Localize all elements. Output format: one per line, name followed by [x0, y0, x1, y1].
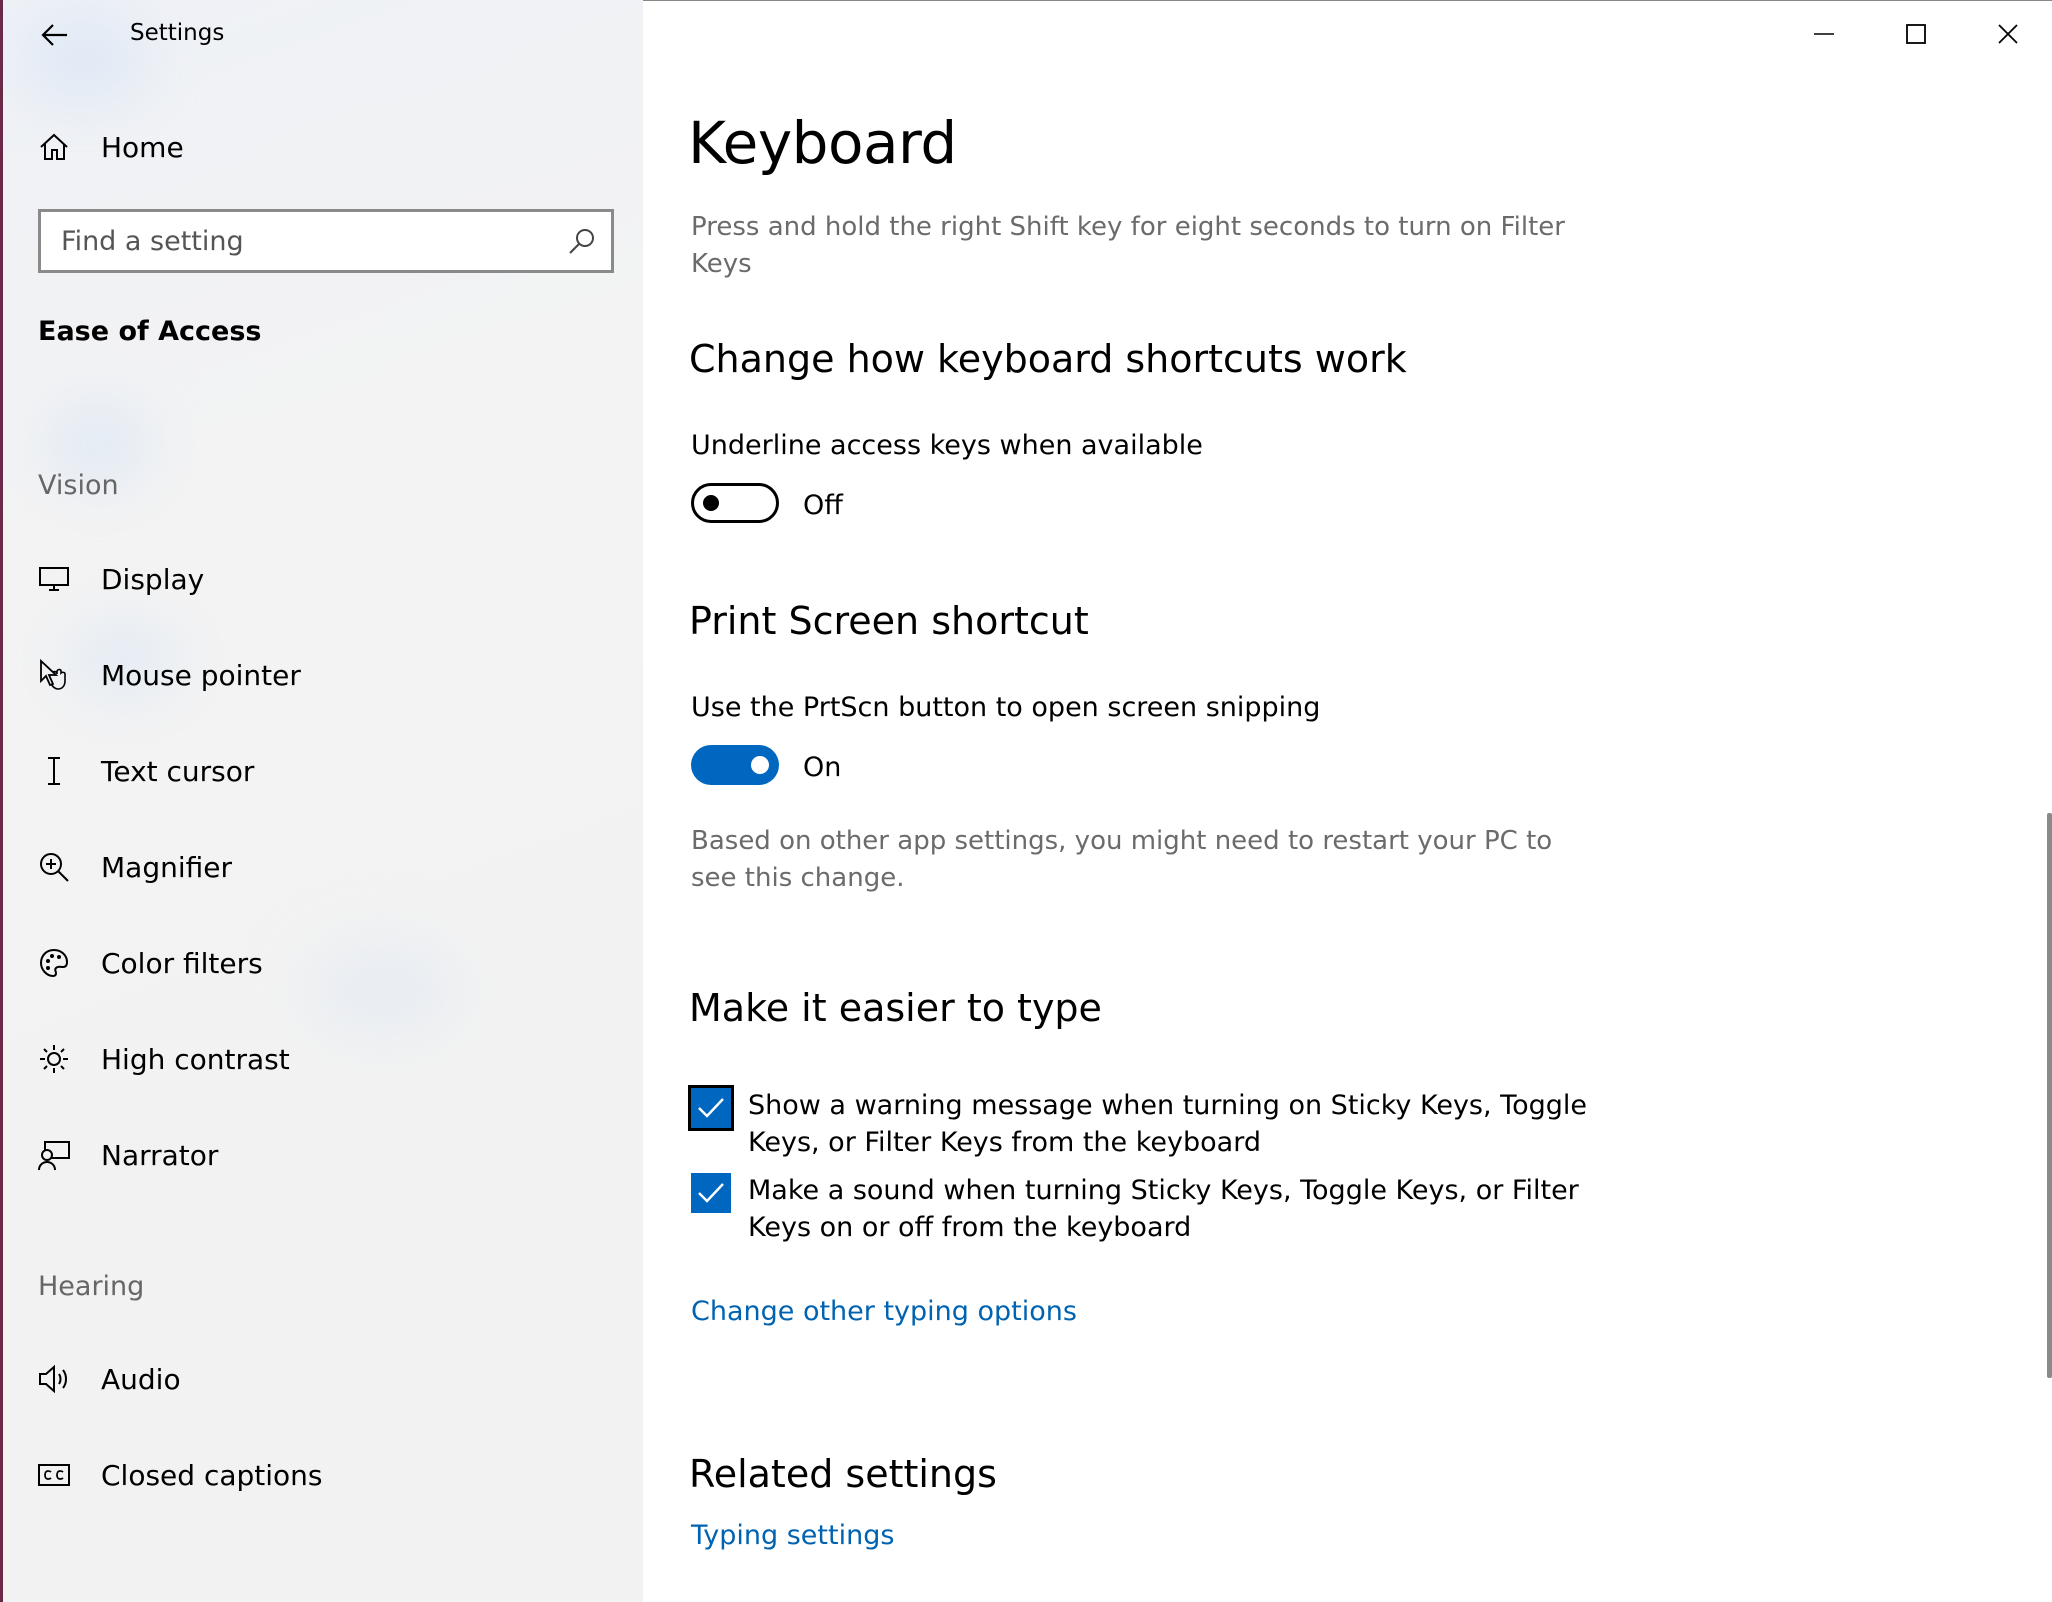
mouse-pointer-icon: [36, 657, 72, 693]
related-settings-heading: Related settings: [689, 1452, 997, 1496]
close-button[interactable]: [1962, 1, 2052, 67]
monitor-icon: [36, 561, 72, 597]
sidebar-item-label: Audio: [101, 1362, 181, 1396]
back-arrow-icon: [41, 24, 67, 46]
close-icon: [1998, 24, 2018, 44]
typing-settings-link[interactable]: Typing settings: [691, 1520, 894, 1551]
typing-heading: Make it easier to type: [689, 986, 1102, 1030]
sidebar-item-label: Magnifier: [101, 850, 232, 884]
palette-icon: [36, 945, 72, 981]
toggle-knob: [751, 756, 769, 774]
minimize-icon: [1814, 33, 1834, 35]
warning-message-label: Show a warning message when turning on S…: [748, 1090, 1587, 1158]
magnifier-icon: [36, 849, 72, 885]
sidebar-item-label: High contrast: [101, 1042, 290, 1076]
main-content: Keyboard Press and hold the right Shift …: [643, 0, 2052, 1602]
sidebar: Settings Home Ease of Access Vision Disp…: [0, 0, 643, 1602]
search-icon[interactable]: [567, 226, 597, 256]
app-title: Settings: [130, 20, 225, 46]
shortcuts-heading: Change how keyboard shortcuts work: [689, 337, 1407, 381]
sidebar-item-label: Narrator: [101, 1138, 219, 1172]
sound-checkbox-row[interactable]: Make a sound when turning Sticky Keys, T…: [691, 1173, 1691, 1246]
text-cursor-icon: [36, 753, 72, 789]
scrollbar-thumb[interactable]: [2047, 813, 2052, 1378]
sidebar-item-high-contrast[interactable]: High contrast: [3, 1024, 643, 1094]
change-typing-options-link[interactable]: Change other typing options: [691, 1296, 1077, 1327]
toggle-knob: [703, 495, 719, 511]
group-label-hearing: Hearing: [38, 1271, 145, 1302]
title-bar: Settings: [3, 0, 643, 70]
home-icon: [36, 129, 72, 165]
sidebar-item-text-cursor[interactable]: Text cursor: [3, 736, 643, 806]
prtscn-toggle-state: On: [803, 752, 842, 783]
minimize-button[interactable]: [1778, 1, 1870, 67]
sidebar-item-audio[interactable]: Audio: [3, 1344, 643, 1414]
checkmark-icon: [698, 1183, 724, 1203]
sidebar-item-magnifier[interactable]: Magnifier: [3, 832, 643, 902]
sidebar-item-color-filters[interactable]: Color filters: [3, 928, 643, 998]
sidebar-item-label: Mouse pointer: [101, 658, 301, 692]
sound-label: Make a sound when turning Sticky Keys, T…: [748, 1175, 1579, 1243]
speaker-icon: [36, 1361, 72, 1397]
sidebar-item-mouse-pointer[interactable]: Mouse pointer: [3, 640, 643, 710]
sound-checkbox[interactable]: [691, 1173, 731, 1213]
back-button[interactable]: [33, 14, 77, 56]
page-title: Keyboard: [688, 109, 957, 177]
checkmark-icon: [698, 1098, 724, 1118]
prtscn-toggle[interactable]: [691, 745, 779, 785]
group-label-vision: Vision: [38, 470, 119, 501]
sidebar-item-label: Display: [101, 562, 205, 596]
sidebar-item-label: Color filters: [101, 946, 263, 980]
underline-access-keys-label: Underline access keys when available: [691, 430, 1203, 461]
sidebar-item-label: Text cursor: [101, 754, 255, 788]
maximize-button[interactable]: [1870, 1, 1962, 67]
filter-keys-description: Press and hold the right Shift key for e…: [691, 212, 1565, 279]
sidebar-item-closed-captions[interactable]: Closed captions: [3, 1440, 643, 1510]
nav-home[interactable]: Home: [3, 112, 643, 182]
print-screen-heading: Print Screen shortcut: [689, 599, 1089, 643]
nav-home-label: Home: [101, 130, 184, 164]
sidebar-item-narrator[interactable]: Narrator: [3, 1120, 643, 1190]
narrator-icon: [36, 1137, 72, 1173]
cc-icon: [36, 1457, 72, 1493]
underline-toggle-state: Off: [803, 490, 843, 521]
maximize-icon: [1906, 24, 1926, 44]
sidebar-item-label: Closed captions: [101, 1458, 323, 1492]
section-title: Ease of Access: [38, 316, 262, 347]
warning-message-checkbox[interactable]: [688, 1085, 734, 1131]
prtscn-label: Use the PrtScn button to open screen sni…: [691, 692, 1321, 723]
search-input[interactable]: [41, 225, 541, 257]
warning-message-checkbox-row[interactable]: Show a warning message when turning on S…: [688, 1085, 1691, 1161]
underline-access-keys-toggle[interactable]: [691, 483, 779, 523]
sun-icon: [36, 1041, 72, 1077]
restart-note: Based on other app settings, you might n…: [691, 826, 1553, 893]
sidebar-item-display[interactable]: Display: [3, 544, 643, 614]
search-box[interactable]: [38, 209, 614, 273]
